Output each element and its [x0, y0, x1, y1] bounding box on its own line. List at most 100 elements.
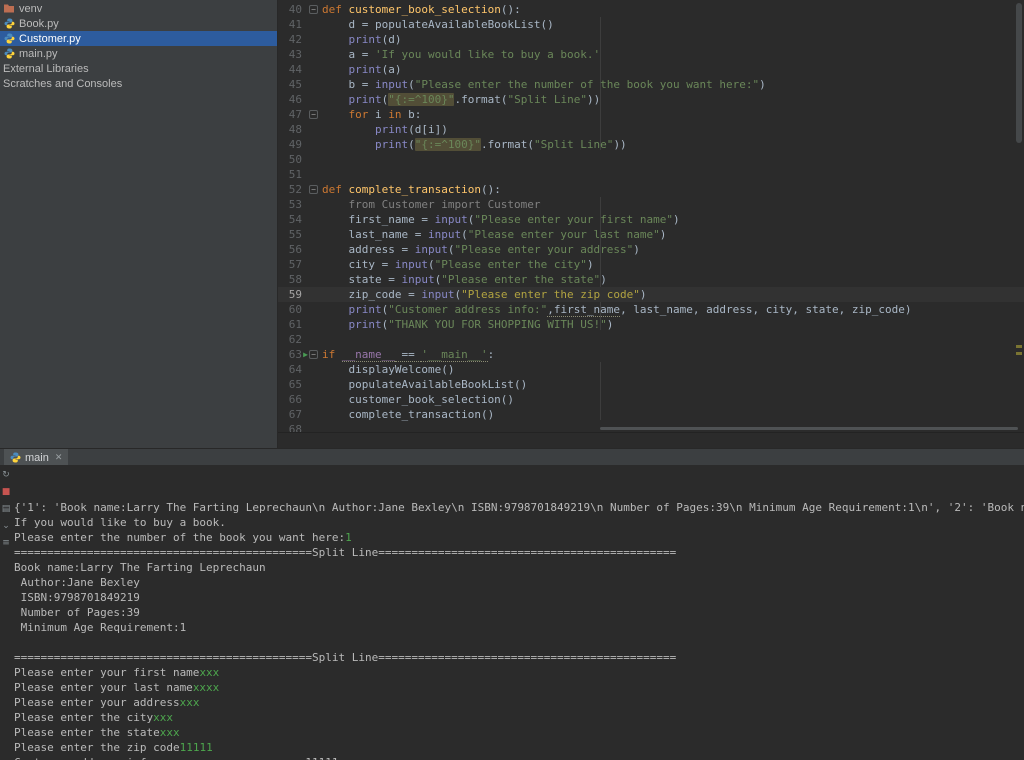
tree-item-customer-py[interactable]: Customer.py: [0, 31, 277, 46]
fold-icon[interactable]: −: [309, 110, 318, 119]
code-text: populateAvailableBookList(): [318, 377, 527, 392]
fold-icon[interactable]: −: [309, 185, 318, 194]
code-line[interactable]: 64 displayWelcome(): [278, 362, 1024, 377]
code-line[interactable]: 55 last_name = input("Please enter your …: [278, 227, 1024, 242]
code-line[interactable]: 65 populateAvailableBookList(): [278, 377, 1024, 392]
code-line[interactable]: 57 city = input("Please enter the city"): [278, 257, 1024, 272]
code-line[interactable]: 44 print(a): [278, 62, 1024, 77]
code-line[interactable]: 60 print("Customer address info:",first_…: [278, 302, 1024, 317]
line-number: 44: [278, 62, 302, 77]
code-text: print("{:=^100}".format("Split Line")): [318, 137, 627, 152]
tree-item-external-libraries[interactable]: External Libraries: [0, 61, 277, 76]
console-output: {'1': 'Book name:Larry The Farting Lepre…: [14, 500, 1024, 760]
code-line[interactable]: 56 address = input("Please enter your ad…: [278, 242, 1024, 257]
code-line[interactable]: 46 print("{:=^100}".format("Split Line")…: [278, 92, 1024, 107]
line-number: 47: [278, 107, 302, 122]
code-line[interactable]: 53 from Customer import Customer: [278, 197, 1024, 212]
code-line[interactable]: 47− for i in b:: [278, 107, 1024, 122]
tab-main[interactable]: main ✕: [4, 449, 68, 466]
line-number: 63: [278, 347, 302, 362]
code-line[interactable]: 68: [278, 422, 1024, 432]
line-number: 49: [278, 137, 302, 152]
gutter-markers: [302, 77, 318, 92]
code-line[interactable]: 62: [278, 332, 1024, 347]
breadcrumb[interactable]: complete_transaction(): [278, 432, 1024, 448]
tree-item-scratches-and-consoles[interactable]: Scratches and Consoles: [0, 76, 277, 91]
line-number: 66: [278, 392, 302, 407]
code-text: if __name__ == '__main__':: [318, 347, 494, 362]
code-line[interactable]: 67 complete_transaction(): [278, 407, 1024, 422]
code-line[interactable]: 45 b = input("Please enter the number of…: [278, 77, 1024, 92]
close-icon[interactable]: ✕: [55, 452, 63, 463]
run-tab-bar: main ✕: [0, 448, 1024, 465]
code-line[interactable]: 61 print("THANK YOU FOR SHOPPING WITH US…: [278, 317, 1024, 332]
tree-item-label: venv: [19, 3, 42, 15]
gutter-markers: [302, 137, 318, 152]
gutter-markers: [302, 272, 318, 287]
code-line[interactable]: 49 print("{:=^100}".format("Split Line")…: [278, 137, 1024, 152]
code-text: b = input("Please enter the number of th…: [318, 77, 766, 92]
console-line: Please enter your addressxxx: [14, 695, 1024, 710]
tree-item-label: External Libraries: [3, 63, 89, 75]
code-line[interactable]: 40−def customer_book_selection():: [278, 2, 1024, 17]
tree-item-main-py[interactable]: main.py: [0, 46, 277, 61]
run-console[interactable]: {'1': 'Book name:Larry The Farting Lepre…: [0, 465, 1024, 760]
code-text: def customer_book_selection():: [318, 2, 521, 17]
code-lines: 40−def customer_book_selection():41 d = …: [278, 2, 1024, 432]
project-tree: venvBook.pyCustomer.py main.py External Li…: [0, 1, 277, 91]
code-line[interactable]: 66 customer_book_selection(): [278, 392, 1024, 407]
code-editor[interactable]: 40−def customer_book_selection():41 d = …: [278, 0, 1024, 432]
scroll-down-icon[interactable]: ⌄: [2, 521, 10, 532]
console-line: Please enter the cityxxx: [14, 710, 1024, 725]
gutter-markers: ▶−: [302, 347, 318, 362]
run-arrow-icon[interactable]: ▶: [303, 350, 308, 359]
console-line: Author:Jane Bexley: [14, 575, 1024, 590]
line-number: 62: [278, 332, 302, 347]
gutter-markers: [302, 332, 318, 347]
line-number: 54: [278, 212, 302, 227]
console-line: Number of Pages:39: [14, 605, 1024, 620]
line-number: 58: [278, 272, 302, 287]
fold-icon[interactable]: −: [309, 350, 318, 359]
python-icon: [10, 452, 21, 463]
code-text: d = populateAvailableBookList(): [318, 17, 554, 32]
clear-icon[interactable]: ≡: [2, 538, 10, 549]
line-number: 53: [278, 197, 302, 212]
restore-layout-icon[interactable]: ▤: [2, 504, 11, 515]
line-number: 61: [278, 317, 302, 332]
code-text: print("Customer address info:",first_nam…: [318, 302, 911, 317]
tree-item-label: Scratches and Consoles: [3, 78, 122, 90]
code-line[interactable]: 58 state = input("Please enter the state…: [278, 272, 1024, 287]
code-line[interactable]: 50: [278, 152, 1024, 167]
code-text: city = input("Please enter the city"): [318, 257, 594, 272]
console-line: Please enter the zip code11111: [14, 740, 1024, 755]
code-line[interactable]: 41 d = populateAvailableBookList(): [278, 17, 1024, 32]
code-line[interactable]: 51: [278, 167, 1024, 182]
folder-icon: [3, 3, 15, 14]
console-line: If you would like to buy a book.: [14, 515, 1024, 530]
line-number: 51: [278, 167, 302, 182]
code-line[interactable]: 59 zip_code = input("Please enter the zi…: [278, 287, 1024, 302]
gutter-markers: [302, 32, 318, 47]
code-line[interactable]: 42 print(d): [278, 32, 1024, 47]
tree-item-label: main.py: [19, 48, 58, 60]
stop-icon[interactable]: ■: [2, 487, 11, 498]
code-line[interactable]: 54 first_name = input("Please enter your…: [278, 212, 1024, 227]
code-line[interactable]: 63▶−if __name__ == '__main__':: [278, 347, 1024, 362]
code-text: for i in b:: [318, 107, 421, 122]
code-line[interactable]: 52−def complete_transaction():: [278, 182, 1024, 197]
gutter-markers: [302, 62, 318, 77]
console-line: Minimum Age Requirement:1: [14, 620, 1024, 635]
code-text: print(d[i]): [318, 122, 448, 137]
tree-item-venv[interactable]: venv: [0, 1, 277, 16]
console-line: Please enter your first namexxx: [14, 665, 1024, 680]
rerun-icon[interactable]: ↻: [2, 470, 10, 481]
code-line[interactable]: 48 print(d[i]): [278, 122, 1024, 137]
line-number: 46: [278, 92, 302, 107]
gutter-markers: −: [302, 182, 318, 197]
code-line[interactable]: 43 a = 'If you would like to buy a book.…: [278, 47, 1024, 62]
code-text: [318, 167, 322, 182]
tree-item-book-py[interactable]: Book.py: [0, 16, 277, 31]
code-text: displayWelcome(): [318, 362, 454, 377]
fold-icon[interactable]: −: [309, 5, 318, 14]
